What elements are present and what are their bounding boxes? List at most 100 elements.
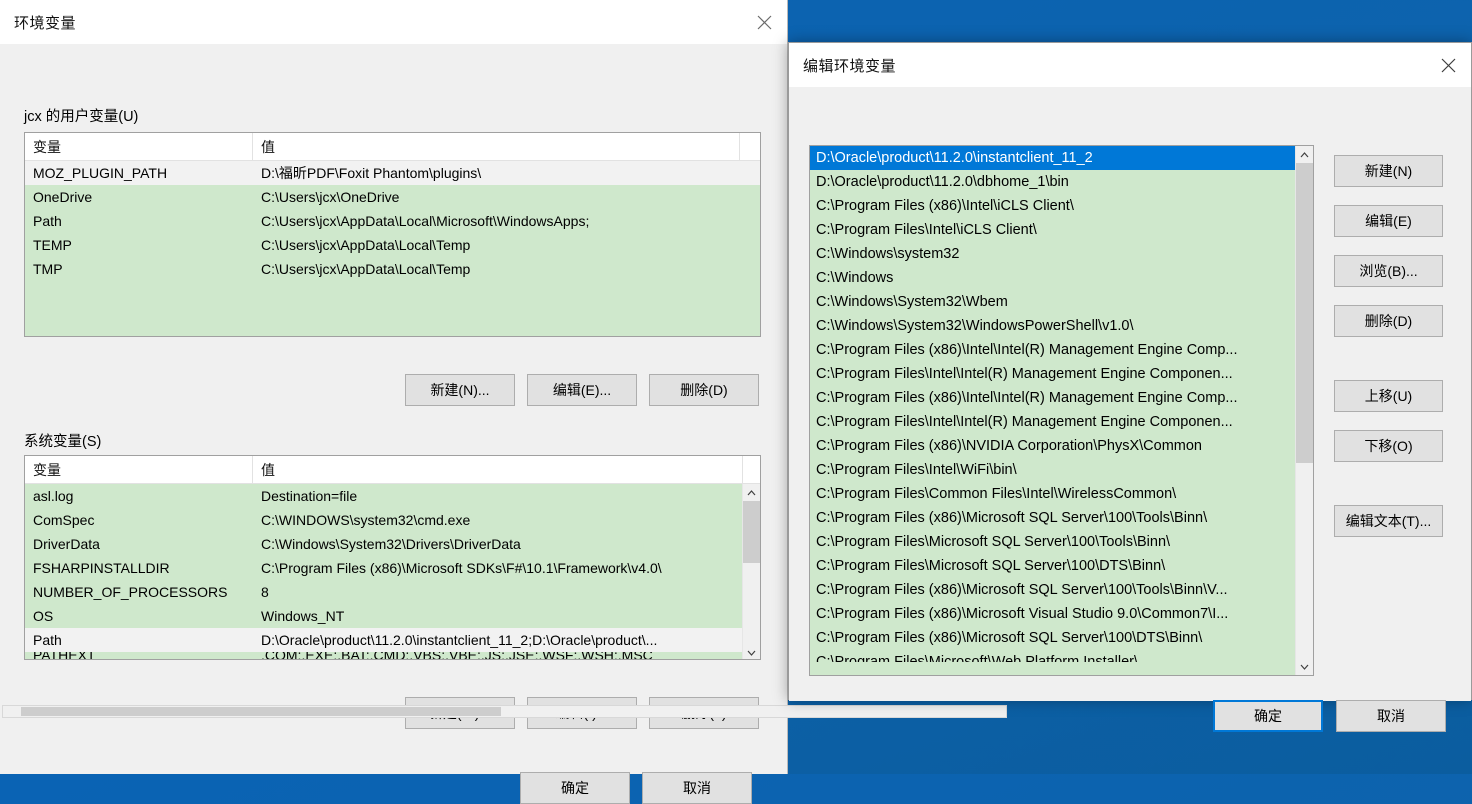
system-variables-listview[interactable]: 变量 值 asl.log Destination=file ComSpec C:…: [24, 455, 761, 660]
cell-value: D:\Oracle\product\11.2.0\instantclient_1…: [261, 632, 658, 648]
system-variables-header: 变量 值: [25, 456, 760, 484]
user-col-variable[interactable]: 变量: [25, 133, 253, 160]
cell-variable: FSHARPINSTALLDIR: [33, 560, 170, 576]
system-variables-rows: asl.log Destination=file ComSpec C:\WIND…: [25, 484, 760, 659]
list-item[interactable]: C:\Program Files (x86)\Intel\Intel(R) Ma…: [810, 386, 1313, 410]
user-variables-group: jcx 的用户变量(U) 变量 值 MOZ_PLUGIN_PATH D:\福昕P…: [24, 105, 764, 414]
cell-value: C:\Program Files (x86)\Microsoft SDKs\F#…: [261, 560, 662, 576]
system-variables-group-label: 系统变量(S): [24, 430, 109, 451]
list-item[interactable]: C:\Windows\System32\Wbem: [810, 290, 1313, 314]
table-row[interactable]: Path C:\Users\jcx\AppData\Local\Microsof…: [25, 209, 760, 233]
main-dialog-body: jcx 的用户变量(U) 变量 值 MOZ_PLUGIN_PATH D:\福昕P…: [0, 44, 787, 804]
cell-variable: TEMP: [33, 237, 72, 253]
edit-dialog-body: D:\Oracle\product\11.2.0\instantclient_1…: [789, 87, 1471, 732]
user-variables-listview[interactable]: 变量 值 MOZ_PLUGIN_PATH D:\福昕PDF\Foxit Phan…: [24, 132, 761, 337]
table-row[interactable]: asl.log Destination=file: [25, 484, 760, 508]
table-row[interactable]: DriverData C:\Windows\System32\Drivers\D…: [25, 532, 760, 556]
cell-value: C:\Users\jcx\OneDrive: [261, 189, 400, 205]
list-item[interactable]: C:\Program Files (x86)\Microsoft SQL Ser…: [810, 626, 1313, 650]
cell-variable: Path: [33, 632, 62, 648]
scroll-thumb[interactable]: [1296, 163, 1313, 463]
edit-environment-variable-dialog: 编辑环境变量 D:\Oracle\product\11.2.0\instantc…: [788, 42, 1472, 732]
list-item[interactable]: C:\Windows\System32\WindowsPowerShell\v1…: [810, 314, 1313, 338]
edit-cancel-button[interactable]: 取消: [1336, 700, 1446, 732]
path-move-up-button[interactable]: 上移(U): [1334, 380, 1443, 412]
cell-variable: asl.log: [33, 488, 74, 504]
list-item[interactable]: C:\Program Files (x86)\Microsoft SQL Ser…: [810, 506, 1313, 530]
table-row[interactable]: TEMP C:\Users\jcx\AppData\Local\Temp: [25, 233, 760, 257]
list-item[interactable]: C:\Program Files\Microsoft SQL Server\10…: [810, 554, 1313, 578]
cell-value: C:\Users\jcx\AppData\Local\Microsoft\Win…: [261, 213, 590, 229]
path-edit-button[interactable]: 编辑(E): [1334, 205, 1443, 237]
system-variables-group: 系统变量(S) 变量 值 asl.log Destination=file Co…: [24, 430, 764, 739]
main-dialog-titlebar: 环境变量: [0, 0, 787, 44]
scroll-down-icon[interactable]: [1296, 658, 1313, 675]
path-move-down-button[interactable]: 下移(O): [1334, 430, 1443, 462]
table-row[interactable]: OneDrive C:\Users\jcx\OneDrive: [25, 185, 760, 209]
list-item[interactable]: D:\Oracle\product\11.2.0\dbhome_1\bin: [810, 170, 1313, 194]
table-row[interactable]: Path D:\Oracle\product\11.2.0\instantcli…: [25, 628, 760, 652]
edit-dialog-title: 编辑环境变量: [803, 58, 897, 75]
main-cancel-button[interactable]: 取消: [642, 772, 752, 804]
table-row[interactable]: FSHARPINSTALLDIR C:\Program Files (x86)\…: [25, 556, 760, 580]
user-variables-rows: MOZ_PLUGIN_PATH D:\福昕PDF\Foxit Phantom\p…: [25, 161, 760, 336]
main-ok-button[interactable]: 确定: [520, 772, 630, 804]
list-item[interactable]: C:\Program Files\Microsoft\Web Platform …: [810, 650, 1313, 662]
user-edit-button[interactable]: 编辑(E)...: [527, 374, 637, 406]
cell-value: 8: [261, 584, 269, 600]
path-list-scrollbar[interactable]: [1295, 146, 1313, 675]
scroll-thumb[interactable]: [743, 501, 760, 563]
scroll-up-icon[interactable]: [743, 484, 760, 501]
list-item[interactable]: C:\Program Files (x86)\Microsoft Visual …: [810, 602, 1313, 626]
user-new-button[interactable]: 新建(N)...: [405, 374, 515, 406]
cell-value: D:\福昕PDF\Foxit Phantom\plugins\: [261, 165, 482, 181]
path-entries-listbox[interactable]: D:\Oracle\product\11.2.0\instantclient_1…: [809, 145, 1314, 676]
list-item[interactable]: C:\Program Files\Microsoft SQL Server\10…: [810, 530, 1313, 554]
user-variables-group-label: jcx 的用户变量(U): [24, 105, 146, 126]
table-row[interactable]: ComSpec C:\WINDOWS\system32\cmd.exe: [25, 508, 760, 532]
user-delete-button[interactable]: 删除(D): [649, 374, 759, 406]
list-item[interactable]: C:\Windows\system32: [810, 242, 1313, 266]
table-row[interactable]: TMP C:\Users\jcx\AppData\Local\Temp: [25, 257, 760, 281]
close-icon[interactable]: [741, 0, 787, 44]
list-item[interactable]: C:\Program Files\Common Files\Intel\Wire…: [810, 482, 1313, 506]
path-browse-button[interactable]: 浏览(B)...: [1334, 255, 1443, 287]
list-item[interactable]: C:\Program Files\Intel\iCLS Client\: [810, 218, 1313, 242]
list-item[interactable]: C:\Windows: [810, 266, 1313, 290]
list-item[interactable]: C:\Program Files (x86)\Intel\iCLS Client…: [810, 194, 1313, 218]
cell-value: C:\Windows\System32\Drivers\DriverData: [261, 536, 521, 552]
horizontal-scrollbar[interactable]: [2, 705, 1007, 718]
scroll-thumb[interactable]: [21, 707, 501, 716]
path-delete-button[interactable]: 删除(D): [1334, 305, 1443, 337]
cell-variable: OneDrive: [33, 189, 93, 205]
cell-variable: ComSpec: [33, 512, 95, 528]
table-row[interactable]: MOZ_PLUGIN_PATH D:\福昕PDF\Foxit Phantom\p…: [25, 161, 760, 185]
cell-variable: MOZ_PLUGIN_PATH: [33, 165, 168, 181]
cell-variable: OS: [33, 608, 54, 624]
cell-value: C:\Users\jcx\AppData\Local\Temp: [261, 261, 471, 277]
list-item[interactable]: D:\Oracle\product\11.2.0\instantclient_1…: [810, 146, 1313, 170]
system-col-variable[interactable]: 变量: [25, 456, 253, 483]
main-dialog-title: 环境变量: [14, 15, 77, 32]
table-row[interactable]: NUMBER_OF_PROCESSORS 8: [25, 580, 760, 604]
cell-variable: Path: [33, 213, 62, 229]
list-item[interactable]: C:\Program Files (x86)\Intel\Intel(R) Ma…: [810, 338, 1313, 362]
list-item-label: C:\Program Files\Microsoft\Web Platform …: [816, 654, 1139, 662]
list-item[interactable]: C:\Program Files\Intel\WiFi\bin\: [810, 458, 1313, 482]
table-row[interactable]: OS Windows_NT: [25, 604, 760, 628]
system-col-value[interactable]: 值: [253, 456, 743, 483]
scroll-down-icon[interactable]: [743, 644, 760, 659]
table-row[interactable]: PATHEXT .COM;.EXE;.BAT;.CMD;.VBS;.VBE;.J…: [25, 652, 760, 659]
scroll-up-icon[interactable]: [1296, 146, 1313, 163]
list-item[interactable]: C:\Program Files\Intel\Intel(R) Manageme…: [810, 410, 1313, 434]
close-icon[interactable]: [1425, 43, 1471, 87]
list-item[interactable]: C:\Program Files (x86)\NVIDIA Corporatio…: [810, 434, 1313, 458]
edit-ok-button[interactable]: 确定: [1213, 700, 1323, 732]
path-new-button[interactable]: 新建(N): [1334, 155, 1443, 187]
path-edit-text-button[interactable]: 编辑文本(T)...: [1334, 505, 1443, 537]
system-variables-scrollbar[interactable]: [742, 484, 760, 659]
list-item[interactable]: C:\Program Files (x86)\Microsoft SQL Ser…: [810, 578, 1313, 602]
user-col-value[interactable]: 值: [253, 133, 740, 160]
list-item[interactable]: C:\Program Files\Intel\Intel(R) Manageme…: [810, 362, 1313, 386]
cell-value: C:\Users\jcx\AppData\Local\Temp: [261, 237, 471, 253]
